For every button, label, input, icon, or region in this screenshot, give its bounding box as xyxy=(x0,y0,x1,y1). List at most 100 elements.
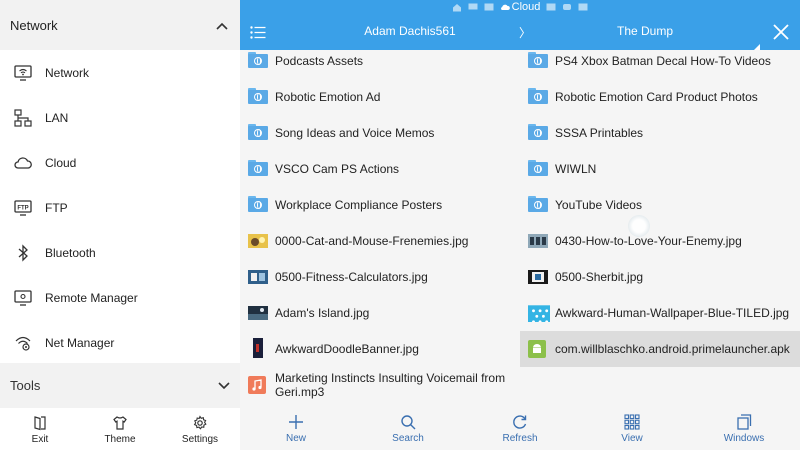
file-name: 0430-How-to-Love-Your-Enemy.jpg xyxy=(555,234,742,248)
file-browser-panel: Cloud Adam Dachis561 〉 The Dump Podcasts… xyxy=(240,0,800,450)
file-name: Workplace Compliance Posters xyxy=(275,198,443,212)
file-name: 0500-Fitness-Calculators.jpg xyxy=(275,270,428,284)
list-item[interactable]: WIWLN xyxy=(520,151,800,187)
list-item[interactable]: AwkwardDoodleBanner.jpg xyxy=(240,331,520,367)
bottom-toolbar: New Search Refresh View Windows xyxy=(240,405,800,450)
folder-icon xyxy=(528,160,548,178)
list-item[interactable]: Song Ideas and Voice Memos xyxy=(240,115,520,151)
image-thumbnail xyxy=(248,304,268,322)
file-name: Podcasts Assets xyxy=(275,54,364,68)
folder-icon xyxy=(528,196,548,214)
image-thumbnail xyxy=(528,232,548,250)
sidebar-item-label: Bluetooth xyxy=(45,245,96,260)
sidebar-item-net-manager[interactable]: Net Manager xyxy=(0,320,240,365)
file-name: YouTube Videos xyxy=(555,198,642,212)
list-item[interactable]: Marketing Instincts Insulting Voicemail … xyxy=(240,367,520,403)
folder-icon xyxy=(528,88,548,106)
close-button[interactable] xyxy=(770,21,792,43)
exit-label: Exit xyxy=(31,434,49,445)
folder-icon xyxy=(248,160,268,178)
remote-manager-icon xyxy=(12,287,34,309)
tools-section-header[interactable]: Tools xyxy=(0,363,240,408)
loading-spinner xyxy=(628,215,650,237)
chevron-up-icon xyxy=(214,17,230,33)
exit-icon xyxy=(34,416,46,431)
list-item[interactable]: Awkward-Human-Wallpaper-Blue-TILED.jpg xyxy=(520,295,800,331)
svg-text:FTP: FTP xyxy=(17,205,28,211)
list-icon xyxy=(578,3,588,11)
sidebar: Network Network LAN Cloud FTP FTP Blueto… xyxy=(0,0,240,450)
photo-icon xyxy=(546,3,556,11)
sidebar-item-remote-manager[interactable]: Remote Manager xyxy=(0,275,240,320)
sidebar-item-label: Network xyxy=(45,65,90,80)
bluetooth-icon xyxy=(12,242,34,264)
folder-icon xyxy=(248,124,268,142)
file-name: Song Ideas and Voice Memos xyxy=(275,126,435,140)
list-item[interactable]: Adam's Island.jpg xyxy=(240,295,520,331)
list-item[interactable]: 0000-Cat-and-Mouse-Frenemies.jpg xyxy=(240,223,520,259)
settings-button[interactable]: Settings xyxy=(160,408,240,450)
search-button[interactable]: Search xyxy=(352,405,464,450)
refresh-icon xyxy=(513,415,527,429)
theme-button[interactable]: Theme xyxy=(80,408,160,450)
list-item[interactable]: 0500-Sherbit.jpg xyxy=(520,259,800,295)
exit-button[interactable]: Exit xyxy=(0,408,80,450)
windows-label: Windows xyxy=(723,433,765,444)
list-item[interactable]: PS4 Xbox Batman Decal How-To Videos xyxy=(520,43,800,79)
monitor-icon xyxy=(468,3,478,11)
sidebar-item-bluetooth[interactable]: Bluetooth xyxy=(0,230,240,275)
tools-section-title: Tools xyxy=(10,378,41,393)
sidebar-item-label: LAN xyxy=(45,110,69,125)
sidebar-item-label: Net Manager xyxy=(45,335,115,350)
file-name: Adam's Island.jpg xyxy=(275,306,370,320)
grid-view-icon xyxy=(624,414,640,430)
status-label: Cloud xyxy=(511,1,541,13)
sidebar-item-network[interactable]: Network xyxy=(0,50,240,95)
list-item[interactable]: Robotic Emotion Card Product Photos xyxy=(520,79,800,115)
sidebar-item-label: Remote Manager xyxy=(45,290,138,305)
plus-icon xyxy=(289,415,303,429)
cloud-small-icon xyxy=(500,4,510,10)
settings-label: Settings xyxy=(181,434,219,445)
folder-icon xyxy=(248,88,268,106)
list-item[interactable]: VSCO Cam PS Actions xyxy=(240,151,520,187)
breadcrumb-folder[interactable]: The Dump xyxy=(610,24,680,38)
list-item[interactable]: Robotic Emotion Ad xyxy=(240,79,520,115)
list-item[interactable]: Workplace Compliance Posters xyxy=(240,187,520,223)
file-name: SSSA Printables xyxy=(555,126,644,140)
file-name: Awkward-Human-Wallpaper-Blue-TILED.jpg xyxy=(555,306,790,320)
list-item[interactable]: SSSA Printables xyxy=(520,115,800,151)
network-section-header[interactable]: Network xyxy=(0,0,240,50)
sidebar-bottom-bar: Exit Theme Settings xyxy=(0,408,240,450)
list-item[interactable]: Podcasts Assets xyxy=(240,43,520,79)
network-section-title: Network xyxy=(10,17,58,33)
refresh-label: Refresh xyxy=(502,433,538,444)
sidebar-item-cloud[interactable]: Cloud xyxy=(0,140,240,185)
file-name: com.willblaschko.android.primelauncher.a… xyxy=(555,342,790,356)
gear-icon xyxy=(193,415,207,430)
file-name: Marketing Instincts Insulting Voicemail … xyxy=(275,371,506,399)
view-button[interactable]: View xyxy=(576,405,688,450)
sidebar-item-ftp[interactable]: FTP FTP xyxy=(0,185,240,230)
file-column-right: PS4 Xbox Batman Decal How-To Videos Robo… xyxy=(520,43,800,367)
net-manager-icon xyxy=(12,332,34,354)
file-list: Podcasts Assets Robotic Emotion Ad Song … xyxy=(240,50,800,405)
close-icon xyxy=(773,24,789,40)
new-label: New xyxy=(285,433,306,444)
windows-button[interactable]: Windows xyxy=(688,405,800,450)
refresh-button[interactable]: Refresh xyxy=(464,405,576,450)
breadcrumb-separator: 〉 xyxy=(519,26,532,40)
list-item[interactable]: YouTube Videos xyxy=(520,187,800,223)
lan-icon xyxy=(12,107,34,129)
menu-list-icon xyxy=(250,25,266,39)
file-name: AwkwardDoodleBanner.jpg xyxy=(275,342,419,356)
new-button[interactable]: New xyxy=(240,405,352,450)
list-item[interactable]: 0500-Fitness-Calculators.jpg xyxy=(240,259,520,295)
sidebar-item-lan[interactable]: LAN xyxy=(0,95,240,140)
list-item[interactable]: 0430-How-to-Love-Your-Enemy.jpg xyxy=(520,223,800,259)
list-item-selected[interactable]: com.willblaschko.android.primelauncher.a… xyxy=(520,331,800,367)
theme-label: Theme xyxy=(104,434,136,445)
sidebar-item-label: FTP xyxy=(45,200,68,215)
view-label: View xyxy=(621,433,643,444)
breadcrumb-account[interactable]: Adam Dachis561 xyxy=(350,24,470,38)
